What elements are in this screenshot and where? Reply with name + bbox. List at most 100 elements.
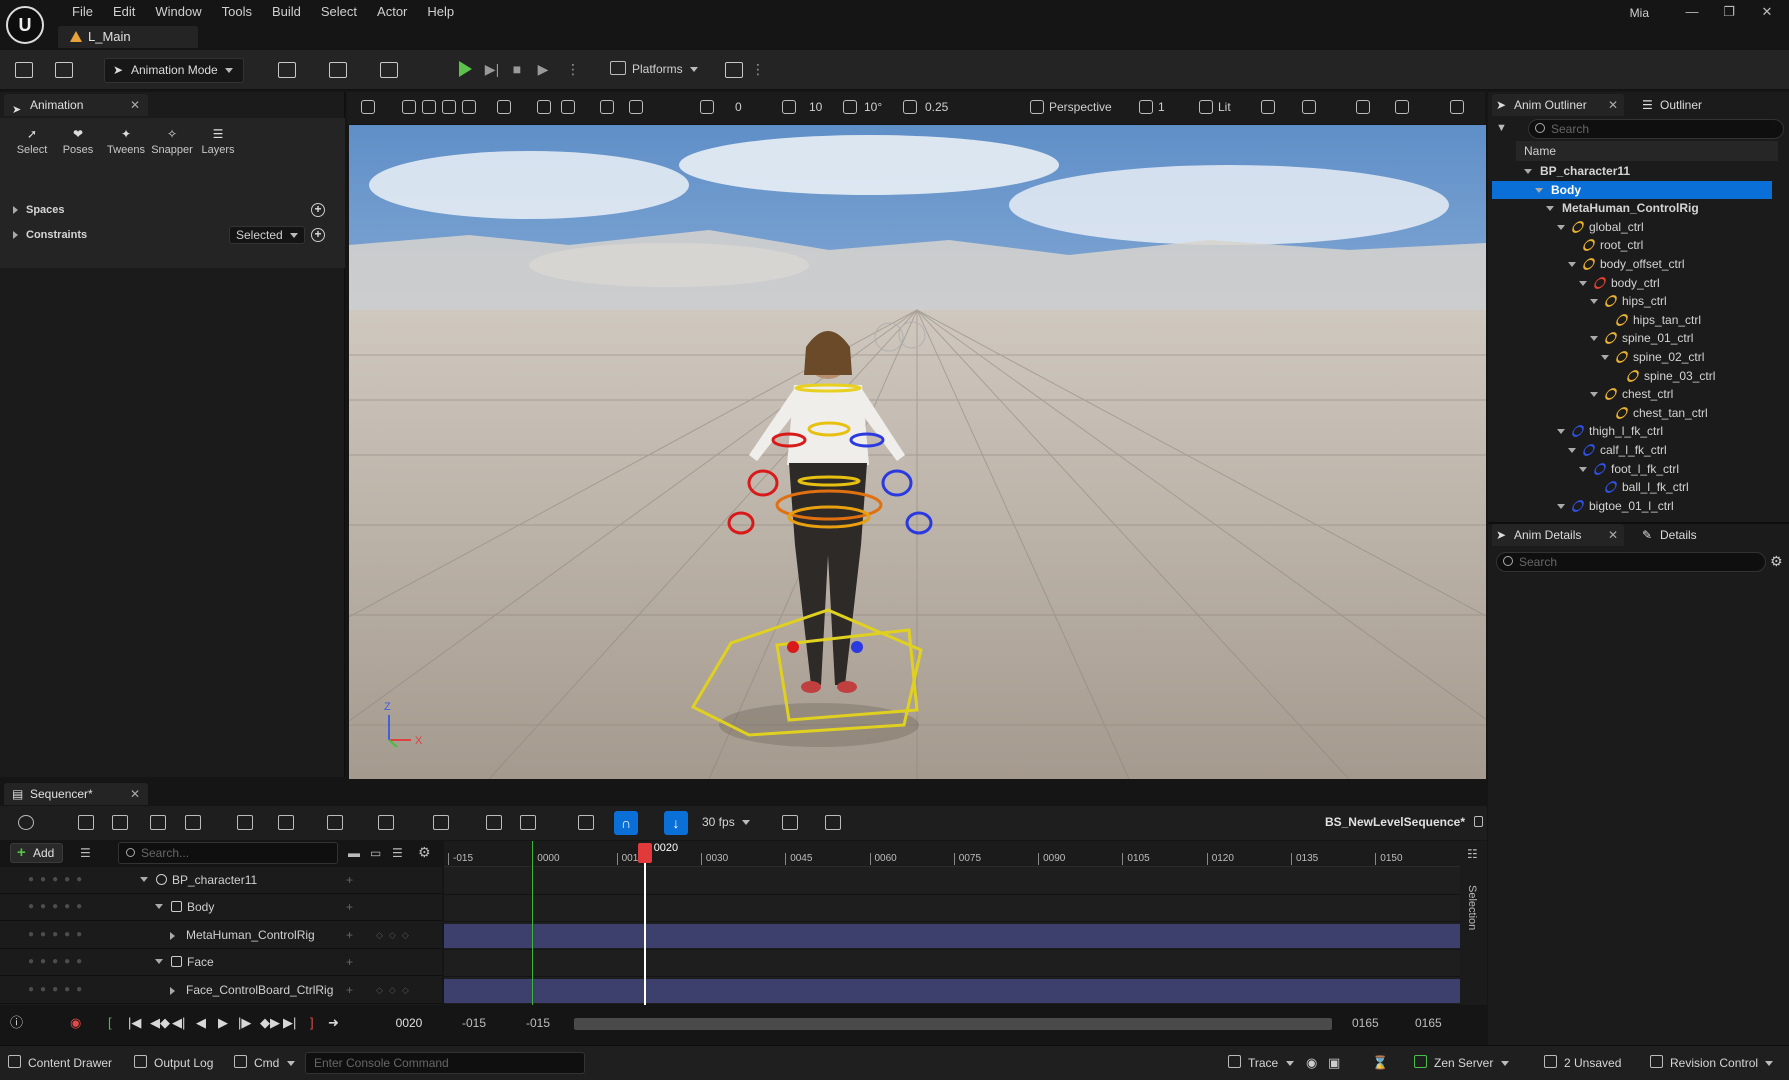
track-row[interactable]: ●●●●● MetaHuman_ControlRig + ◇◇◇ — [0, 922, 442, 949]
timeline-area[interactable]: -015 0000 001 0030 0045 0060 0075 0090 0105 0120 0… — [444, 841, 1460, 1005]
surface-snap-icon[interactable] — [537, 100, 551, 114]
add-subtrack-icon[interactable]: + — [346, 977, 353, 1003]
trace-dropdown[interactable]: Trace — [1228, 1055, 1294, 1070]
jump-start-icon[interactable]: |◀ — [128, 1015, 141, 1031]
track-toggle-icons[interactable]: ●●●●● — [28, 949, 88, 975]
rotation-snap-value[interactable]: 0 — [735, 100, 742, 114]
chevron-down-icon[interactable] — [1546, 203, 1556, 213]
lock-icon[interactable] — [1474, 816, 1483, 827]
unsaved-button[interactable]: 2 Unsaved — [1544, 1055, 1621, 1070]
menu-select[interactable]: Select — [311, 3, 367, 21]
track-lane[interactable] — [444, 895, 1460, 922]
save-icon[interactable] — [15, 62, 33, 78]
find-in-browser-icon[interactable] — [112, 815, 128, 830]
outliner-row[interactable]: root_ctrl — [1492, 236, 1772, 254]
outliner-row[interactable]: spine_01_ctrl — [1492, 329, 1772, 347]
play-options-icon[interactable]: ⋮ — [565, 61, 581, 77]
mode-snapper-button[interactable]: ✧ Snapper — [150, 128, 194, 156]
content-drawer-button[interactable]: Content Drawer — [8, 1055, 112, 1070]
revision-control-dropdown[interactable]: Revision Control — [1650, 1055, 1774, 1070]
scrollbar-thumb[interactable] — [574, 1018, 1332, 1030]
playhead-line[interactable] — [643, 863, 646, 1005]
screenshot-icon[interactable]: ▣ — [1328, 1055, 1340, 1071]
view-mode-dropdown[interactable]: Perspective — [1049, 100, 1112, 114]
key-icon[interactable] — [433, 815, 449, 830]
close-icon[interactable]: ✕ — [1608, 94, 1618, 116]
prev-frame-icon[interactable]: ◀| — [172, 1015, 185, 1031]
grid-snap-value[interactable]: 10 — [809, 100, 822, 114]
chevron-down-icon[interactable] — [1535, 185, 1545, 195]
scale-snap-value[interactable]: 0.25 — [925, 100, 948, 114]
chevron-down-icon[interactable] — [155, 959, 163, 965]
track-toggle-icons[interactable]: ●●●●● — [28, 867, 88, 893]
tab-sequencer[interactable]: ▤ Sequencer* ✕ — [4, 783, 148, 805]
expand-all-icon[interactable]: ▭ — [370, 846, 381, 860]
current-frame-field[interactable]: 0020 — [384, 1013, 434, 1033]
angle-icon[interactable] — [843, 100, 857, 114]
advance-frame-icon[interactable]: ▶| — [484, 61, 500, 77]
add-space-icon[interactable]: + — [311, 203, 325, 217]
outliner-row[interactable]: Body — [1492, 180, 1772, 199]
gear-icon[interactable]: ⚙ — [418, 844, 431, 861]
set-start-icon[interactable]: [ — [108, 1015, 112, 1031]
chevron-down-icon[interactable] — [155, 904, 163, 910]
outliner-row[interactable]: bigtoe_01_l_ctrl — [1492, 497, 1772, 515]
menu-help[interactable]: Help — [417, 3, 464, 21]
mode-poses-button[interactable]: ❤ Poses — [56, 128, 100, 156]
outliner-row[interactable]: spine_03_ctrl — [1492, 367, 1772, 385]
track-row[interactable]: ●●●●● BP_character11 + — [0, 867, 442, 894]
close-icon[interactable]: ✕ — [130, 783, 140, 805]
level-viewport[interactable]: Z X — [349, 125, 1486, 779]
chevron-down-icon[interactable] — [140, 877, 148, 882]
grid-icon[interactable] — [782, 100, 796, 114]
lit-sphere-icon[interactable] — [1199, 100, 1213, 114]
add-actor-icon[interactable] — [278, 62, 296, 78]
track-lane[interactable] — [444, 950, 1460, 977]
chevron-down-icon[interactable] — [1579, 464, 1589, 474]
prev-key-icon[interactable]: ◀◆ — [150, 1015, 170, 1031]
hierarchy-icon[interactable] — [237, 815, 253, 830]
outliner-row[interactable]: BP_character11 — [1492, 162, 1772, 180]
outliner-row[interactable]: foot_l_fk_ctrl — [1492, 460, 1772, 478]
anim-outliner-search[interactable]: Search — [1528, 119, 1784, 139]
outliner-row[interactable]: thigh_l_fk_ctrl — [1492, 422, 1772, 440]
scale-icon[interactable] — [462, 100, 476, 114]
outliner-row[interactable]: chest_ctrl — [1492, 385, 1772, 403]
outliner-row[interactable]: chest_tan_ctrl — [1492, 404, 1772, 422]
rotate-icon[interactable] — [442, 100, 456, 114]
snap-playhead-icon[interactable]: ↓ — [664, 811, 688, 835]
view-end-field[interactable]: 0165 — [1415, 1016, 1442, 1030]
derived-data-icon[interactable]: ⌛ — [1372, 1055, 1388, 1071]
fps-dropdown[interactable]: 30 fps — [702, 815, 751, 829]
chevron-down-icon[interactable] — [1590, 296, 1600, 306]
outliner-row[interactable]: spine_02_ctrl — [1492, 348, 1772, 366]
tab-details[interactable]: ✎ Details — [1638, 524, 1738, 546]
filter-icon[interactable]: ▼ — [1496, 122, 1507, 134]
select-cursor-icon[interactable] — [402, 100, 416, 114]
work-end-field[interactable]: 0165 — [1352, 1016, 1379, 1030]
outliner-row[interactable]: global_ctrl — [1492, 218, 1772, 236]
time-ruler[interactable]: -015 0000 001 0030 0045 0060 0075 0090 0105 0120 0… — [444, 841, 1460, 867]
chevron-down-icon[interactable] — [1590, 333, 1600, 343]
key-navigation-icons[interactable]: ◇◇◇ — [376, 977, 415, 1003]
edit-icon[interactable] — [520, 815, 536, 830]
animation-mode-dropdown[interactable]: ➤ Animation Mode — [104, 58, 245, 83]
work-start-field[interactable]: -015 — [526, 1016, 550, 1030]
menu-actor[interactable]: Actor — [367, 3, 417, 21]
outliner-row[interactable]: hips_ctrl — [1492, 292, 1772, 310]
viewport-layout-icon[interactable] — [1450, 100, 1464, 114]
lighting-dropdown[interactable]: Lit — [1218, 100, 1231, 114]
zen-server-dropdown[interactable]: Zen Server — [1414, 1055, 1509, 1070]
key-navigation-icons[interactable]: ◇◇◇ — [376, 922, 415, 948]
world-space-icon[interactable] — [497, 100, 511, 114]
add-constraint-icon[interactable]: + — [311, 228, 325, 242]
menu-tools[interactable]: Tools — [212, 3, 262, 21]
layout-icon[interactable] — [1139, 100, 1153, 114]
show-flags-icon[interactable] — [1261, 100, 1275, 114]
camera-icon[interactable] — [1030, 100, 1044, 114]
record-icon[interactable]: ◉ — [70, 1015, 81, 1031]
runner-icon[interactable] — [1302, 100, 1316, 114]
cmd-dropdown[interactable]: Cmd — [234, 1055, 295, 1070]
track-toggle-icons[interactable]: ●●●●● — [28, 922, 88, 948]
playhead-handle[interactable] — [637, 843, 652, 863]
